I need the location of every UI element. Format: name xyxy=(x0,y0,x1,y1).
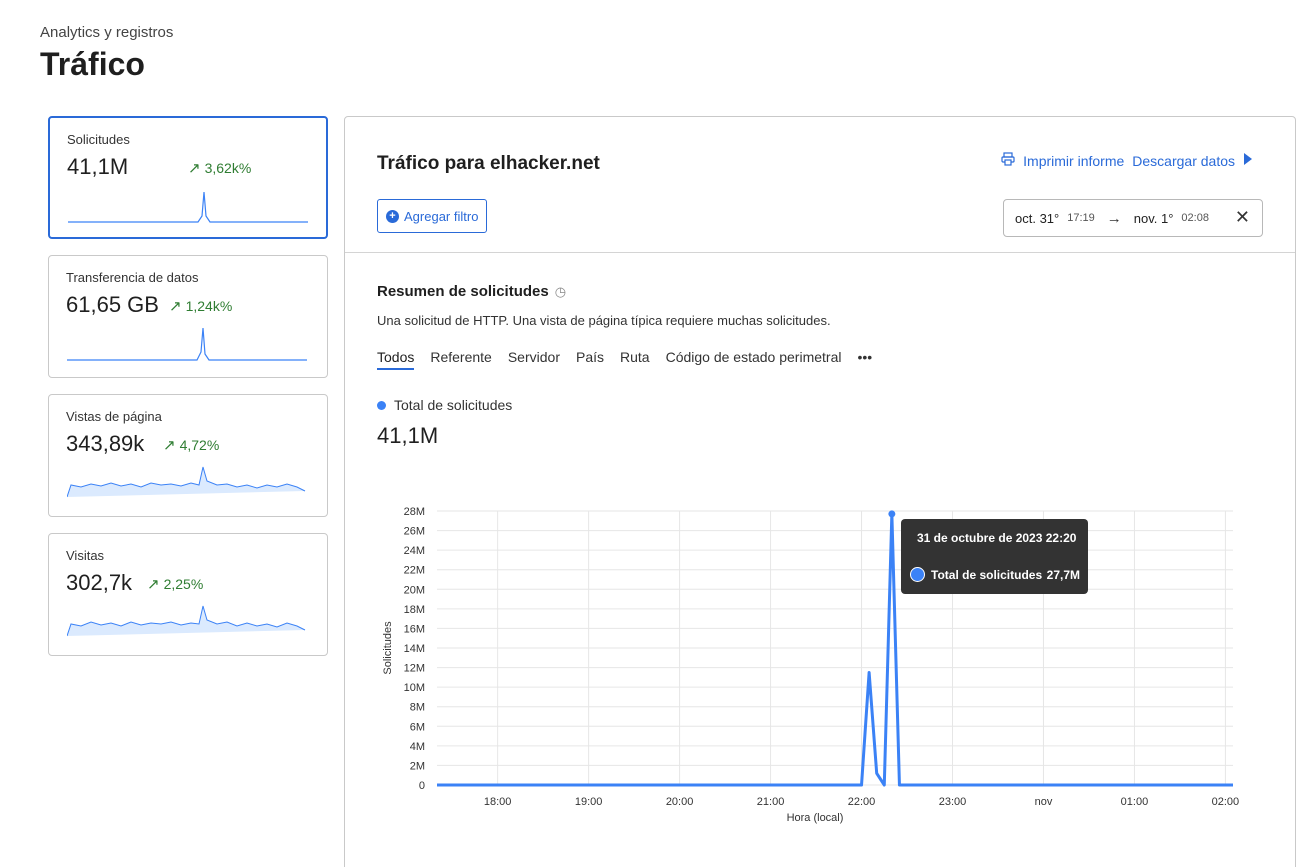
card-value: 61,65 GB xyxy=(66,292,159,317)
time-from: 17:19 xyxy=(1067,212,1095,224)
tooltip-title: 31 de octubre de 2023 22:20 xyxy=(917,531,1077,545)
metric-card-requests[interactable]: Solicitudes 41,1M ↗ 3,62k% xyxy=(48,116,328,239)
date-to: nov. 1° xyxy=(1133,210,1174,226)
close-icon[interactable]: ✕ xyxy=(1235,207,1250,228)
sparkline-chart xyxy=(67,327,307,361)
print-report-link[interactable]: Imprimir informe xyxy=(1023,153,1124,169)
y-tick-label: 28M xyxy=(404,506,425,518)
panel-title: Tráfico para elhacker.net xyxy=(377,153,600,174)
sparkline-chart xyxy=(67,466,306,498)
card-value: 343,89k xyxy=(66,431,145,456)
x-tick-label: 18:00 xyxy=(484,796,512,808)
sparkline-chart xyxy=(67,605,306,637)
metric-card-visits[interactable]: Visitas 302,7k ↗ 2,25% xyxy=(48,533,328,656)
arrow-up-right-icon: ↗ xyxy=(147,576,160,593)
x-axis-title: Hora (local) xyxy=(787,812,844,824)
play-arrow-icon[interactable] xyxy=(1243,152,1253,169)
clock-icon[interactable]: ◷ xyxy=(555,284,566,299)
metric-card-page-views[interactable]: Vistas de página 343,89k ↗ 4,72% xyxy=(48,394,328,517)
section-title: Resumen de solicitudes ◷ xyxy=(377,283,566,300)
card-change: ↗ 4,72% xyxy=(163,436,219,454)
y-tick-label: 2M xyxy=(410,760,425,772)
y-tick-label: 0 xyxy=(419,780,425,792)
card-change-value: 2,25% xyxy=(163,576,204,592)
header-actions: Imprimir informe Descargar datos xyxy=(1001,152,1253,169)
date-range-picker[interactable]: oct. 31° 17:19 → nov. 1° 02:08 ✕ xyxy=(1003,199,1263,237)
chart-tooltip: 31 de octubre de 2023 22:20 Total de sol… xyxy=(901,519,1088,594)
y-tick-label: 26M xyxy=(404,526,425,538)
y-tick-label: 8M xyxy=(410,702,425,714)
print-icon[interactable] xyxy=(1001,152,1015,169)
plus-circle-icon: + xyxy=(386,209,399,223)
card-label: Solicitudes xyxy=(67,132,130,147)
x-tick-label: 23:00 xyxy=(939,796,967,808)
y-tick-label: 22M xyxy=(404,565,425,577)
tooltip-series-label: Total de solicitudes xyxy=(931,568,1043,582)
x-tick-label: 01:00 xyxy=(1121,796,1149,808)
chart-legend: Total de solicitudes xyxy=(377,397,512,413)
tab-country[interactable]: País xyxy=(576,349,604,370)
legend-dot xyxy=(377,400,386,410)
y-tick-label: 16M xyxy=(404,623,425,635)
x-tick-label: 22:00 xyxy=(848,796,876,808)
sparkline-chart xyxy=(68,191,308,223)
x-tick-label: nov xyxy=(1035,796,1053,808)
series-line xyxy=(437,512,1233,787)
traffic-panel: Tráfico para elhacker.net Imprimir infor… xyxy=(344,116,1296,867)
add-filter-button[interactable]: + Agregar filtro xyxy=(377,199,488,233)
card-change: ↗ 1,24k% xyxy=(169,297,232,315)
y-tick-label: 24M xyxy=(404,545,425,557)
x-tick-label: 21:00 xyxy=(757,796,785,808)
card-change-value: 1,24k% xyxy=(185,298,233,314)
card-change: ↗ 3,62k% xyxy=(188,159,251,177)
y-axis-title: Solicitudes xyxy=(382,621,394,675)
card-change: ↗ 2,25% xyxy=(147,575,203,593)
arrow-right-icon: → xyxy=(1106,209,1122,227)
metric-card-data-transfer[interactable]: Transferencia de datos 61,65 GB ↗ 1,24k% xyxy=(48,255,328,378)
card-label: Vistas de página xyxy=(66,409,162,424)
x-tick-label: 02:00 xyxy=(1212,796,1240,808)
time-to: 02:08 xyxy=(1181,212,1209,224)
add-filter-label: Agregar filtro xyxy=(404,208,479,224)
y-tick-label: 12M xyxy=(404,663,425,675)
section-description: Una solicitud de HTTP. Una vista de pági… xyxy=(377,313,831,328)
more-options-icon[interactable]: ••• xyxy=(857,349,872,370)
y-tick-label: 14M xyxy=(404,643,425,655)
arrow-up-right-icon: ↗ xyxy=(188,160,201,177)
card-value: 302,7k xyxy=(66,570,133,595)
y-tick-label: 6M xyxy=(410,721,425,733)
section-title-text: Resumen de solicitudes xyxy=(377,283,549,300)
panel-header: Tráfico para elhacker.net Imprimir infor… xyxy=(345,117,1295,253)
breadcrumb[interactable]: Analytics y registros xyxy=(40,24,173,41)
legend-label: Total de solicitudes xyxy=(394,397,513,413)
card-label: Transferencia de datos xyxy=(66,270,199,285)
card-label: Visitas xyxy=(66,548,105,563)
tooltip-series-dot xyxy=(910,567,925,582)
card-change-value: 3,62k% xyxy=(204,160,252,176)
tab-all[interactable]: Todos xyxy=(377,349,415,370)
total-requests-value: 41,1M xyxy=(377,423,439,448)
filter-tabs: Todos Referente Servidor País Ruta Códig… xyxy=(377,349,872,370)
y-tick-label: 20M xyxy=(404,584,425,596)
arrow-up-right-icon: ↗ xyxy=(163,437,176,454)
arrow-up-right-icon: ↗ xyxy=(169,298,182,315)
y-tick-label: 4M xyxy=(410,741,425,753)
download-data-link[interactable]: Descargar datos xyxy=(1132,153,1235,169)
card-value: 41,1M xyxy=(67,154,129,179)
tab-referrer[interactable]: Referente xyxy=(430,349,491,370)
x-tick-label: 19:00 xyxy=(575,796,603,808)
x-tick-label: 20:00 xyxy=(666,796,694,808)
page-title: Tráfico xyxy=(40,46,145,82)
date-from: oct. 31° xyxy=(1015,210,1060,226)
y-tick-label: 10M xyxy=(404,682,425,694)
tab-edge-status-code[interactable]: Código de estado perimetral xyxy=(666,349,842,370)
y-tick-label: 18M xyxy=(404,604,425,616)
tab-host[interactable]: Servidor xyxy=(508,349,560,370)
data-point xyxy=(888,510,896,518)
tooltip-series-value: 27,7M xyxy=(1046,568,1080,582)
card-change-value: 4,72% xyxy=(179,437,220,453)
tab-path[interactable]: Ruta xyxy=(620,349,650,370)
requests-line-chart[interactable]: 0 2M 4M 6M 8M 10M 12M 14M 16M 18M 20M 22M 24M 26M 28M 1… xyxy=(381,497,1261,827)
